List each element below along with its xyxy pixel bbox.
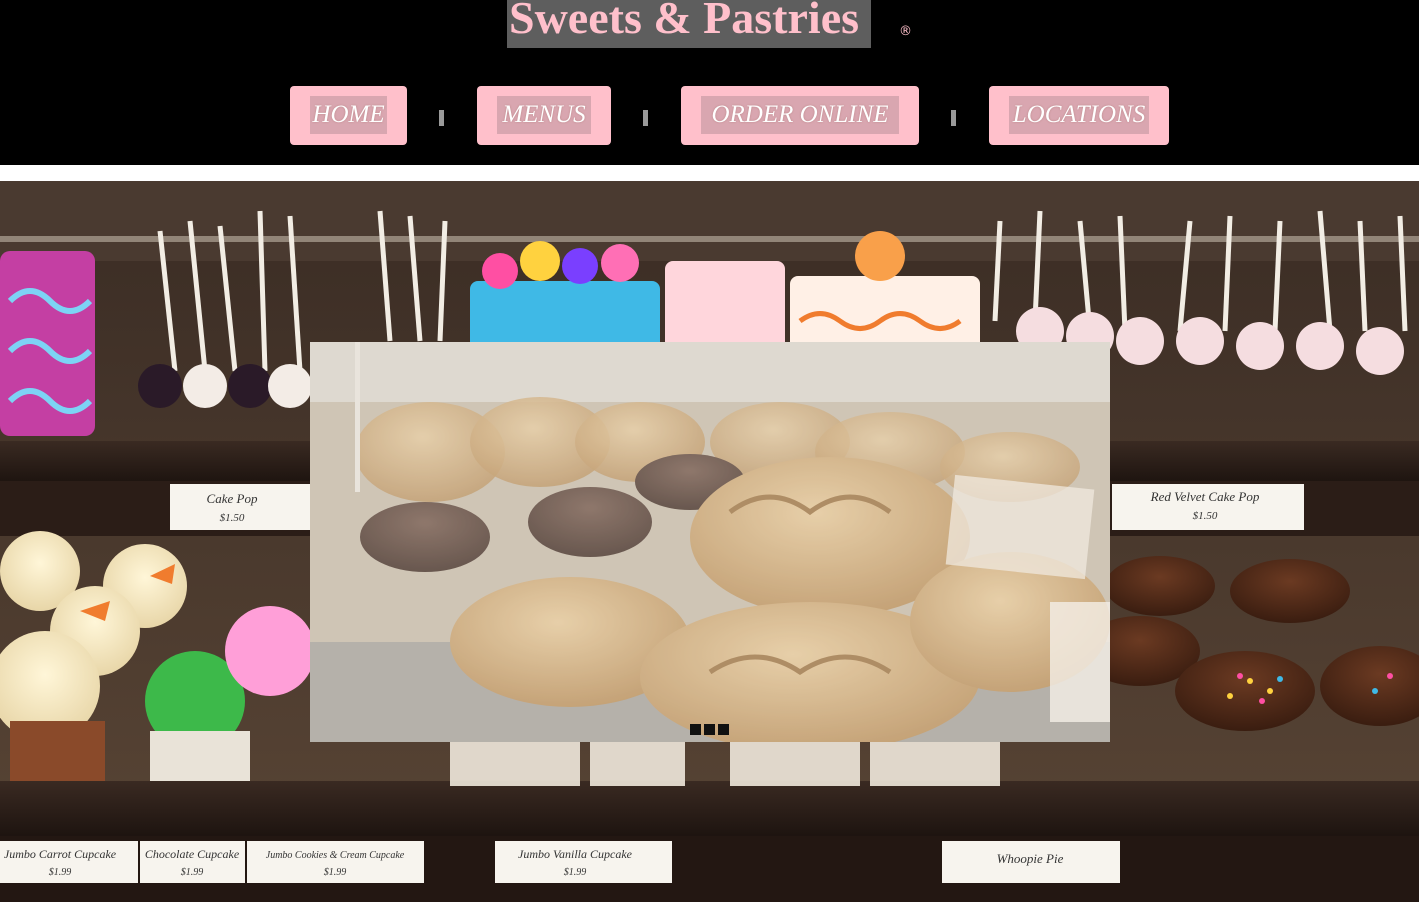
- site-brand[interactable]: Sweets & Pastries: [507, 0, 872, 48]
- price-card-name: Jumbo Vanilla Cupcake: [518, 847, 633, 861]
- header-divider: [0, 165, 1419, 181]
- nav-order-online-button[interactable]: ORDER ONLINE: [681, 86, 919, 145]
- price-card-price: $1.99: [324, 867, 347, 878]
- nav-home-label: HOME: [310, 96, 387, 134]
- nav-separator: [439, 110, 444, 126]
- price-card-price: $1.50: [1193, 510, 1218, 522]
- slide-dot-1[interactable]: [690, 724, 701, 735]
- price-card-name: Red Velvet Cake Pop: [1150, 489, 1260, 504]
- price-card-price: $1.99: [181, 867, 204, 878]
- nav-menus-label: MENUS: [497, 96, 591, 134]
- nav-locations-label: LOCATIONS: [1009, 96, 1149, 134]
- slideshow-pagination: [690, 724, 730, 736]
- price-card-name: Chocolate Cupcake: [145, 847, 240, 861]
- price-card-name: Whoopie Pie: [997, 851, 1064, 866]
- slide-dot-2[interactable]: [704, 724, 715, 735]
- slide-dot-3[interactable]: [718, 724, 729, 735]
- price-card-name: Cake Pop: [207, 491, 258, 506]
- price-card-name: Jumbo Cookies & Cream Cupcake: [266, 850, 405, 861]
- site-header: Sweets & Pastries ® HOME MENUS ORDER ONL…: [0, 0, 1419, 165]
- nav-locations-button[interactable]: LOCATIONS: [989, 86, 1169, 145]
- price-card-price: $1.99: [564, 867, 587, 878]
- pastries-slide-image: [310, 342, 1110, 742]
- price-card-price: $1.99: [49, 867, 72, 878]
- price-card-name: Jumbo Carrot Cupcake: [4, 847, 117, 861]
- nav-order-online-label: ORDER ONLINE: [701, 96, 899, 134]
- brand-title: Sweets & Pastries: [509, 0, 860, 43]
- nav-home-button[interactable]: HOME: [290, 86, 407, 145]
- nav-separator: [643, 110, 648, 126]
- nav-separator: [951, 110, 956, 126]
- slideshow-slide[interactable]: [310, 342, 1110, 742]
- nav-menus-button[interactable]: MENUS: [477, 86, 611, 145]
- price-card-price: $1.50: [220, 512, 245, 524]
- registered-mark: ®: [899, 24, 912, 39]
